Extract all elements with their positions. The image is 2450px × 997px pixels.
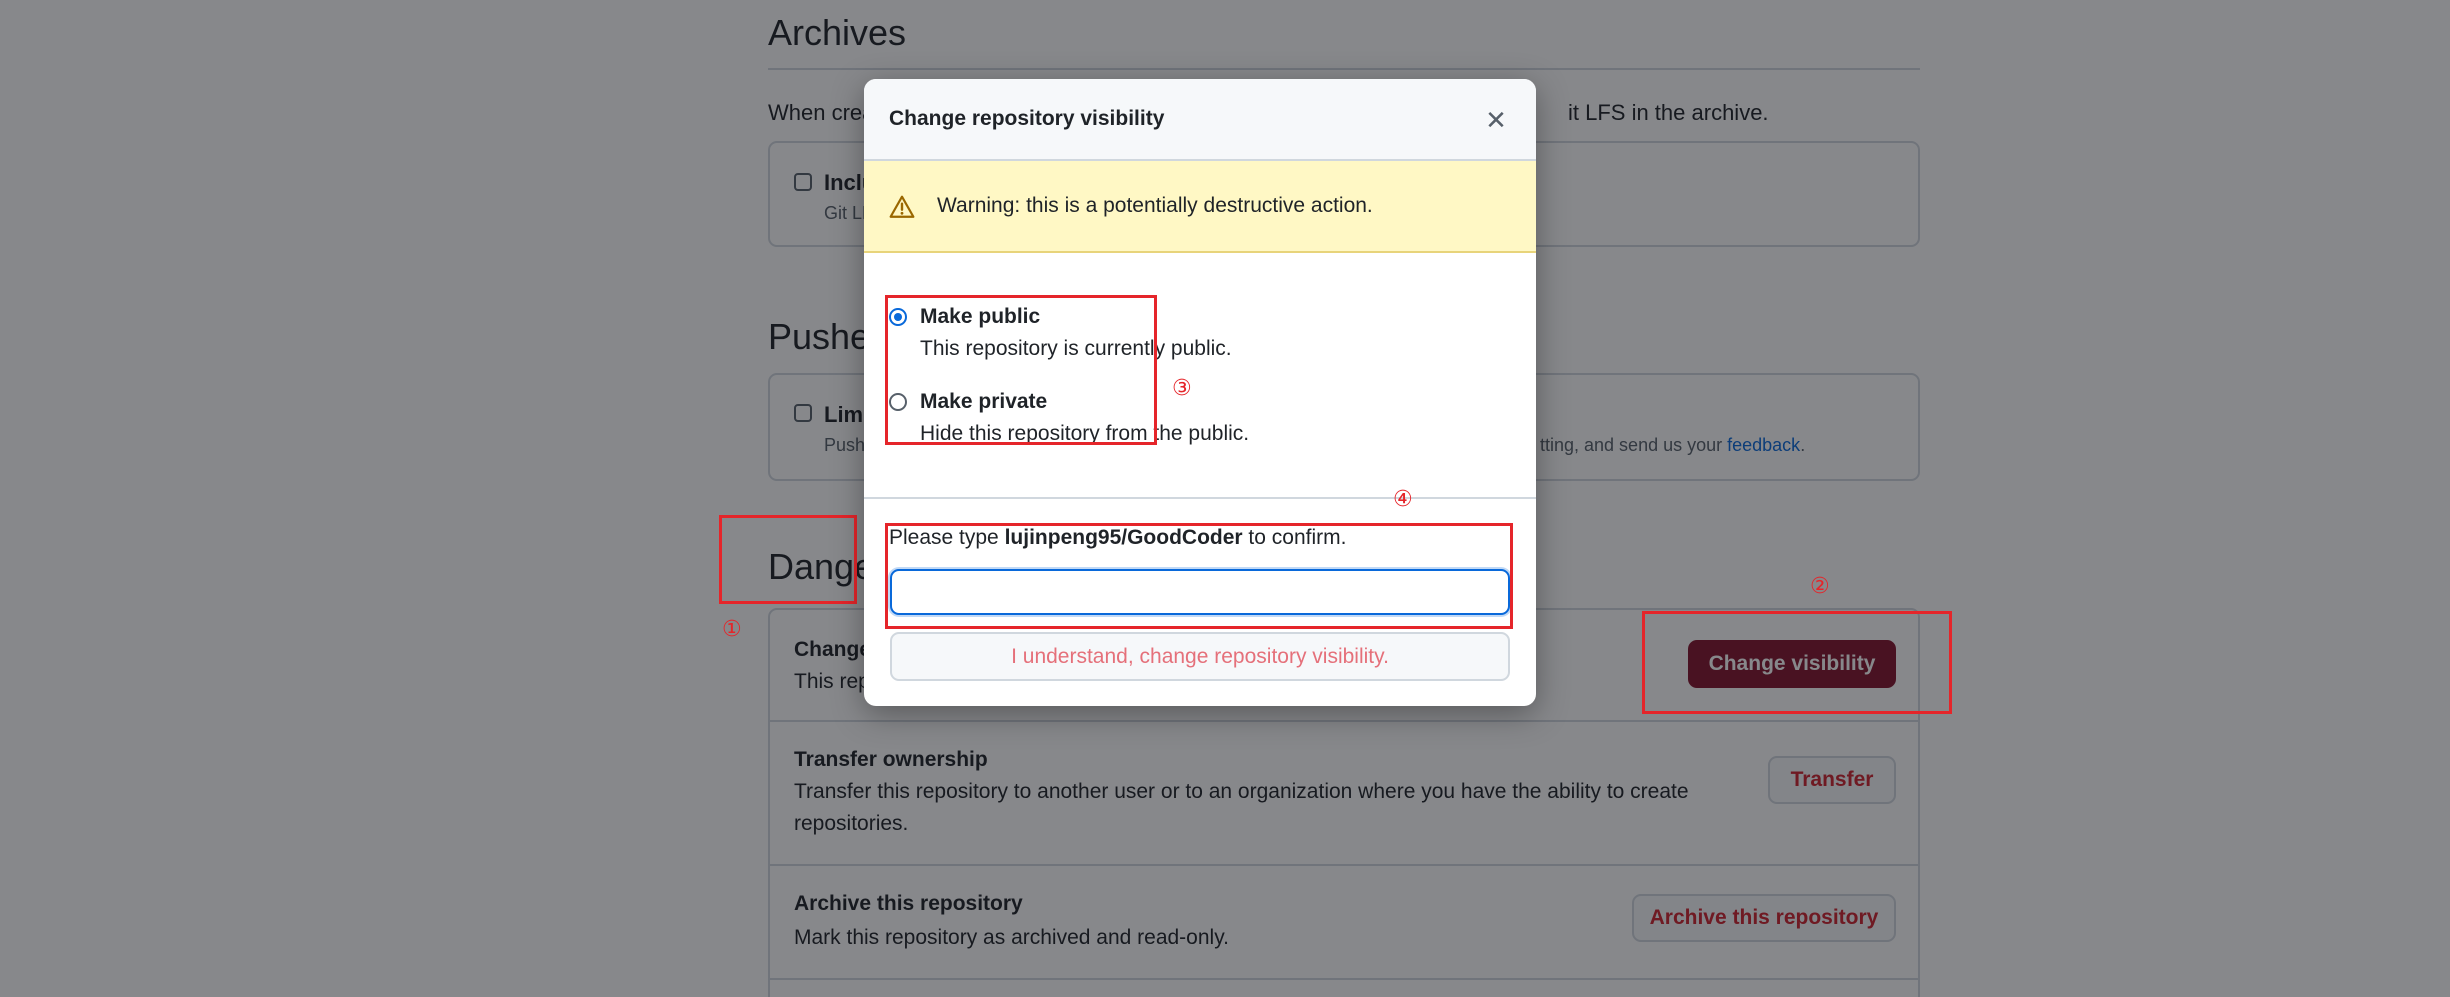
- annotation-box-3: [885, 295, 1157, 445]
- annotation-number-2: ②: [1810, 574, 1830, 599]
- annotation-number-3: ③: [1172, 376, 1192, 401]
- annotation-number-1: ①: [722, 617, 742, 642]
- dialog-title: Change repository visibility: [889, 107, 1165, 130]
- annotation-box-4: [885, 523, 1513, 629]
- close-icon[interactable]: ✕: [1481, 105, 1511, 135]
- dialog-divider: [864, 497, 1536, 499]
- confirm-change-visibility-button[interactable]: I understand, change repository visibili…: [890, 632, 1510, 681]
- annotation-box-1: [719, 515, 857, 604]
- annotation-number-4: ④: [1393, 487, 1413, 512]
- annotation-box-2: [1642, 611, 1952, 714]
- warning-text: Warning: this is a potentially destructi…: [937, 194, 1373, 217]
- warning-banner: Warning: this is a potentially destructi…: [864, 161, 1536, 253]
- alert-icon: [889, 195, 915, 218]
- dialog-header: Change repository visibility ✕: [864, 79, 1536, 161]
